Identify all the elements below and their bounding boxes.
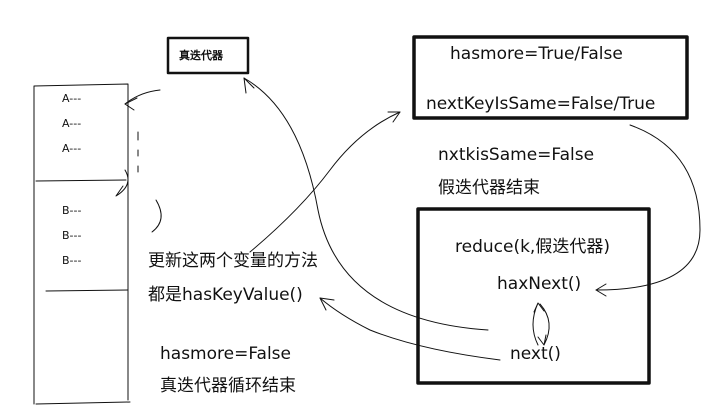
fake-end-condition: nxtkisSame=False <box>438 145 595 165</box>
loop-up-arrow <box>532 302 545 346</box>
record-b-2: B--- <box>62 229 82 242</box>
state-next-key-is-same: nextKeyIsSame=False/True <box>426 94 656 114</box>
real-iterator-label: 真迭代器 <box>179 49 223 62</box>
diagram-canvas: 真迭代器 A--- A--- A--- B--- B--- B--- hasmo… <box>0 0 717 414</box>
record-a-3: A--- <box>62 142 82 155</box>
real-end-result: 真迭代器循环结束 <box>160 376 296 396</box>
record-a-1: A--- <box>62 92 82 105</box>
record-a-2: A--- <box>62 117 82 130</box>
state-hasmore: hasmore=True/False <box>450 44 623 64</box>
update-to-state-curve <box>249 111 401 253</box>
reducer-next: next() <box>510 344 561 364</box>
update-note-line1: 更新这两个变量的方法 <box>148 251 318 271</box>
list-b-hook <box>151 199 162 233</box>
reducer-has-next: haxNext() <box>497 274 582 294</box>
record-b-1: B--- <box>62 204 82 217</box>
real-end-condition: hasmore=False <box>160 344 292 364</box>
reducer-reduce-call: reduce(k,假迭代器) <box>455 237 610 257</box>
update-note-line2: 都是hasKeyValue() <box>148 285 303 305</box>
fake-end-result: 假迭代器结束 <box>438 178 540 198</box>
record-list-divider <box>35 179 127 182</box>
record-list-bottom-divider <box>45 289 129 292</box>
record-list-border <box>33 83 131 405</box>
record-b-3: B--- <box>62 254 82 267</box>
list-b-pointer <box>115 169 129 197</box>
real-arrow-head <box>243 77 255 94</box>
